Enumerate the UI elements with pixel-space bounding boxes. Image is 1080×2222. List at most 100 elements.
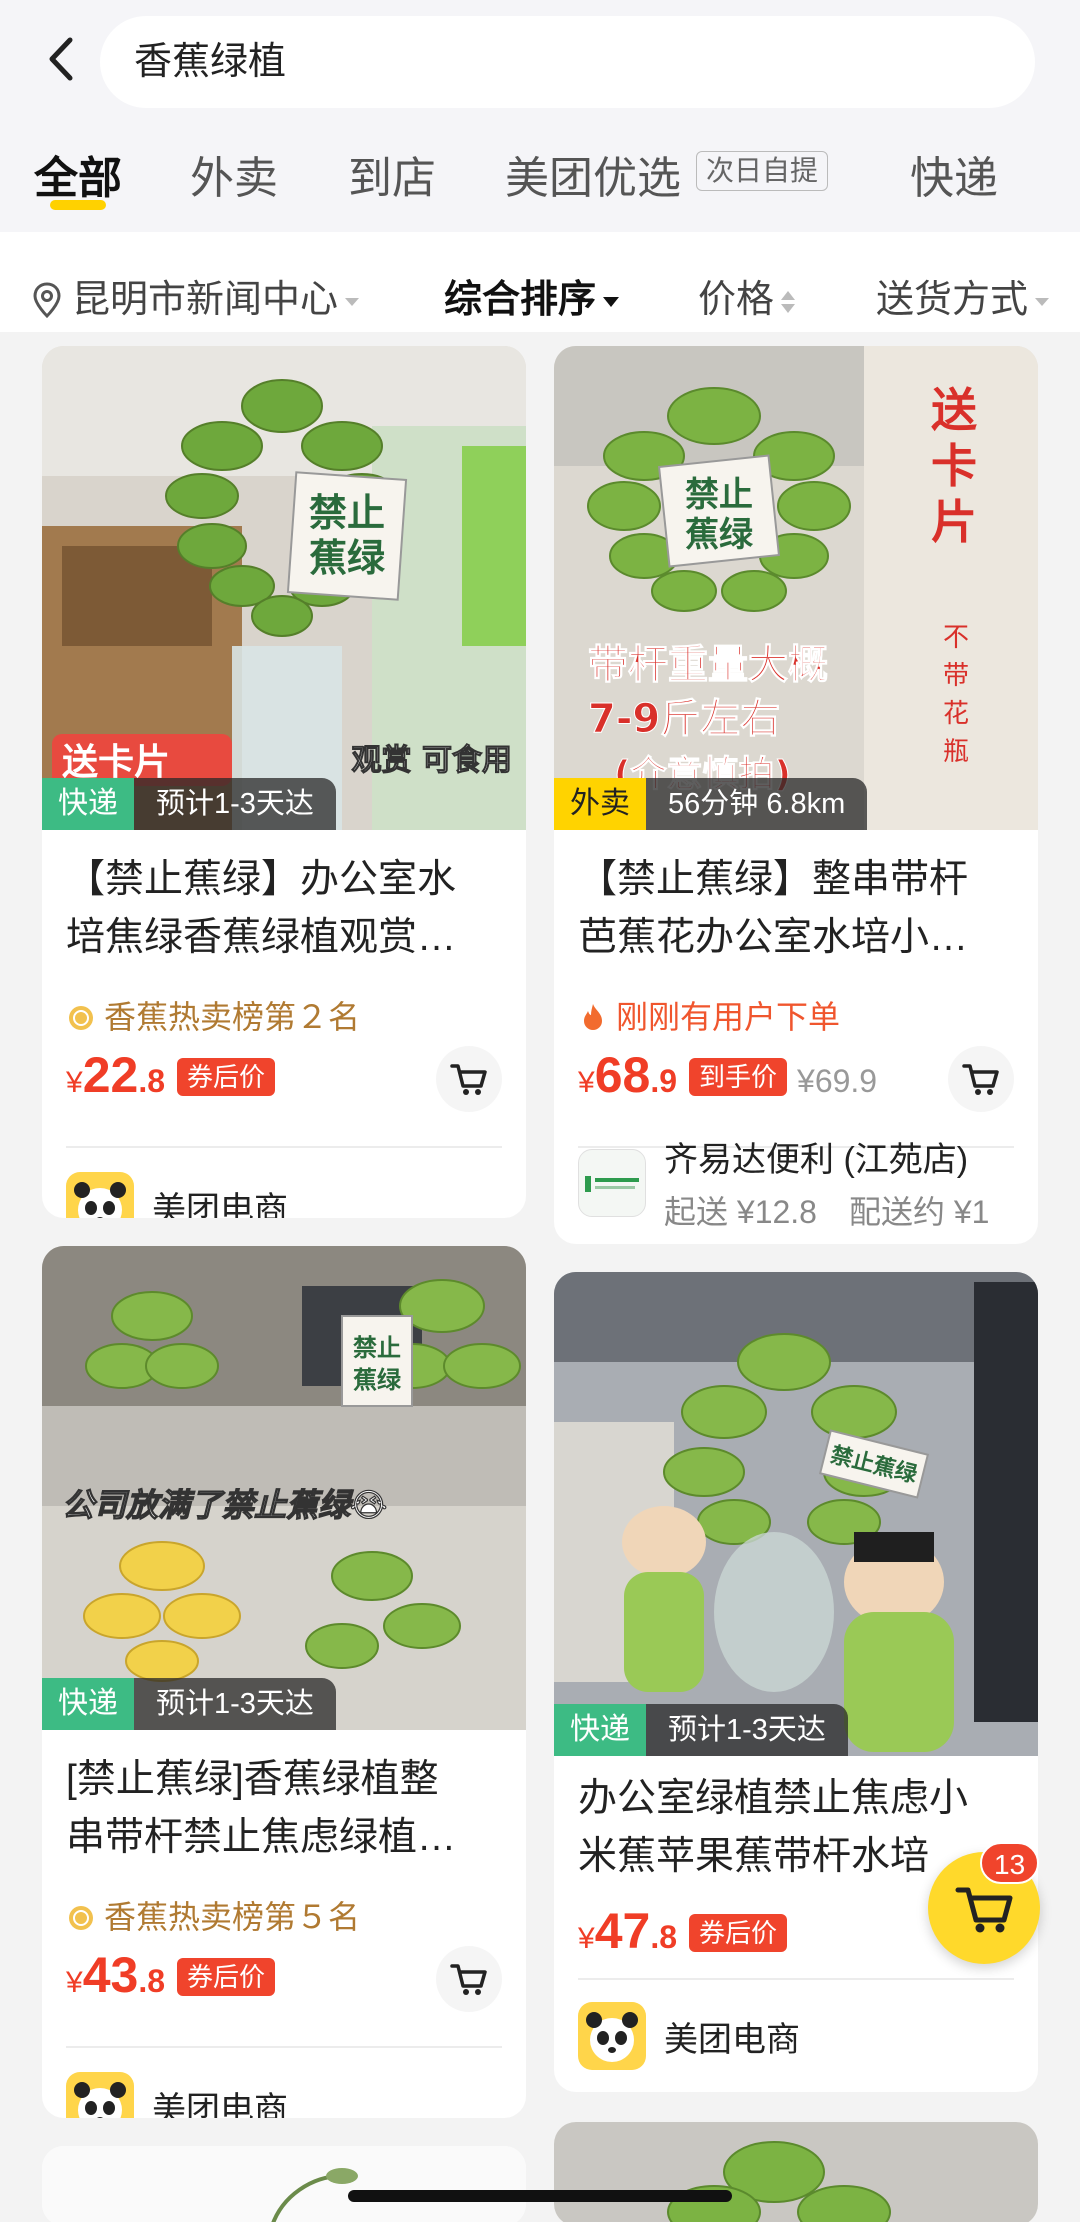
caret-down-icon (603, 296, 620, 307)
store-logo-icon (585, 1175, 639, 1192)
photo-side-text: 卡 (931, 439, 977, 493)
location-filter[interactable]: 昆明市新闻中心 (30, 268, 360, 323)
shop-name: 美团电商 (152, 1190, 288, 1219)
price-tag: 到手价 (689, 1058, 788, 1096)
sort-filter[interactable]: 综合排序 (444, 268, 620, 323)
price-decimal: .9 (650, 1063, 677, 1099)
product-photo[interactable]: 禁止蕉绿 快递 预计1-3天达 (554, 1272, 1038, 1756)
product-title-line: [禁止蕉绿]香蕉绿植整 (66, 1758, 439, 1801)
banana-plant-photo: 禁止 蕉绿 送卡片 观赏 可食用 (42, 346, 526, 830)
plant-photo-partial (42, 2146, 526, 2222)
price-tag: 券后价 (177, 1958, 276, 1996)
price-currency: ¥ (578, 1922, 595, 1955)
photo-caption: 公司放满了禁止蕉绿😭 (62, 1486, 387, 1524)
active-tab-indicator (50, 200, 106, 210)
add-to-cart-button[interactable] (948, 1046, 1014, 1112)
photo-side-text: 送 (931, 383, 977, 437)
product-photo[interactable]: 禁止 蕉绿 送卡片 观赏 可食用 快递 预计1-3天达 (42, 346, 526, 830)
price-currency: ¥ (66, 1966, 83, 1999)
shop-info[interactable]: 美团电商 (66, 2072, 288, 2118)
price-decimal: .8 (138, 1063, 165, 1099)
add-to-cart-button[interactable] (436, 1946, 502, 2012)
next-day-pickup-tag: 次日自提 (696, 151, 829, 191)
tab-in-store[interactable]: 到店 (348, 142, 436, 206)
photo-text-card: 送卡片 (62, 742, 170, 783)
product-card[interactable]: 禁止蕉绿 快递 预计1-3天达 办公室绿植禁止焦虑小 米蕉苹果蕉带杆水培 ¥ 4… (554, 1272, 1038, 2092)
delivery-info: 外卖 56分钟 6.8km (554, 778, 868, 830)
divider (66, 2046, 502, 2048)
search-input[interactable]: 香蕉绿植 (100, 16, 1035, 108)
home-indicator[interactable] (348, 2190, 732, 2202)
caret-down-icon (1035, 297, 1050, 306)
panda-logo-icon (74, 2082, 126, 2118)
delivery-info: 快递 预计1-3天达 (42, 778, 336, 830)
product-title[interactable]: 【禁止蕉绿】整串带杆 芭蕉花办公室水培小… (578, 851, 1018, 967)
price-filter[interactable]: 价格 (698, 268, 796, 323)
price-currency: ¥ (578, 1066, 595, 1099)
banana-photo-partial (554, 2122, 1038, 2222)
tab-youxuan[interactable]: 美团优选 (505, 142, 681, 206)
product-card[interactable]: 禁止 蕉绿 送 卡 片 不 带 花 瓶 带杆重量大概 7-9斤左右 (介意慎拍)… (554, 346, 1038, 1244)
flame-icon (584, 1004, 602, 1030)
product-title-line: 芭蕉花办公室水培小… (578, 916, 969, 959)
cart-count-badge: 13 (980, 1842, 1040, 1884)
product-card[interactable]: 禁止 蕉绿 公司放满了禁止蕉绿😭 快递 预计1-3天达 [禁止蕉绿]香蕉绿植整 … (42, 1246, 526, 2118)
price: ¥ 43 .8 券后价 (66, 1946, 276, 2004)
banana-plant-photo: 禁止蕉绿 (554, 1272, 1038, 1756)
shop-info[interactable]: 齐易达便利 (江苑店) 起送 ¥12.8 配送约 ¥1 (578, 1132, 989, 1233)
sign-text: 蕉绿 (309, 536, 386, 580)
sign-text: 禁止 (353, 1334, 401, 1362)
shop-name: 齐易达便利 (江苑店) (664, 1141, 969, 1179)
shop-info[interactable]: 美团电商 (66, 1172, 288, 1218)
photo-side-text: 瓶 (943, 737, 969, 767)
delivery-eta: 预计1-3天达 (646, 1704, 848, 1756)
price-integer: 43 (82, 1947, 139, 2003)
shop-info[interactable]: 美团电商 (578, 2002, 800, 2070)
price-currency: ¥ (66, 1066, 83, 1099)
product-title-line: 串带杆禁止焦虑绿植… (66, 1816, 457, 1859)
medal-icon (69, 1006, 93, 1030)
tab-all[interactable]: 全部 (34, 142, 122, 206)
product-title-line: 【禁止蕉绿】整串带杆 (578, 858, 969, 901)
sort-updown-icon (781, 290, 796, 313)
shop-name: 美团电商 (664, 2020, 800, 2059)
product-title-line: 培焦绿香蕉绿植观赏… (66, 916, 457, 959)
sign-text: 禁止 (685, 475, 753, 515)
rank-badge: 香蕉热卖榜第５名 (66, 1892, 360, 1938)
photo-side-text: 花 (943, 699, 969, 729)
photo-side-text: 带 (943, 661, 969, 691)
delivery-filter[interactable]: 送货方式 (876, 268, 1050, 323)
product-card-partial[interactable] (554, 2122, 1038, 2222)
product-photo[interactable]: 禁止 蕉绿 送 卡 片 不 带 花 瓶 带杆重量大概 7-9斤左右 (介意慎拍)… (554, 346, 1038, 830)
banana-plant-photo: 禁止 蕉绿 送 卡 片 不 带 花 瓶 带杆重量大概 7-9斤左右 (介意慎拍) (554, 346, 1038, 830)
price-tag: 券后价 (689, 1914, 788, 1952)
add-to-cart-button[interactable] (436, 1046, 502, 1112)
sign-text: 蕉绿 (685, 515, 754, 555)
price: ¥ 68 .9 到手价 ¥69.9 (578, 1046, 877, 1104)
top-header: 香蕉绿植 全部 外卖 到店 美团优选 快递 次日自提 (0, 0, 1080, 232)
price-filter-label: 价格 (698, 279, 775, 321)
delivery-eta: 56分钟 6.8km (646, 778, 868, 830)
tab-express[interactable]: 快递 (910, 142, 998, 206)
caret-down-icon (345, 297, 360, 306)
back-arrow-icon[interactable] (38, 34, 88, 84)
product-card[interactable]: 禁止 蕉绿 送卡片 观赏 可食用 快递 预计1-3天达 【禁止蕉绿】办公室水 培… (42, 346, 526, 1218)
category-tabs: 全部 外卖 到店 美团优选 快递 (0, 132, 1080, 212)
product-title-line: 【禁止蕉绿】办公室水 (66, 858, 457, 901)
product-title[interactable]: [禁止蕉绿]香蕉绿植整 串带杆禁止焦虑绿植… (66, 1751, 506, 1867)
photo-side-text: 片 (931, 495, 977, 549)
cart-icon (450, 1964, 487, 1995)
hot-text: 刚刚有用户下单 (616, 999, 841, 1035)
product-photo[interactable]: 禁止 蕉绿 公司放满了禁止蕉绿😭 快递 预计1-3天达 (42, 1246, 526, 1730)
cart-icon (450, 1064, 487, 1095)
price-integer: 68 (594, 1047, 651, 1103)
sort-label: 综合排序 (444, 279, 597, 321)
price-integer: 22 (82, 1047, 139, 1103)
location-label: 昆明市新闻中心 (72, 279, 339, 321)
hot-badge: 刚刚有用户下单 (578, 992, 840, 1038)
shop-logo (578, 1148, 646, 1217)
tab-takeout[interactable]: 外卖 (190, 142, 278, 206)
product-card-partial[interactable] (42, 2146, 526, 2222)
price-tag: 券后价 (177, 1058, 276, 1096)
product-title[interactable]: 【禁止蕉绿】办公室水 培焦绿香蕉绿植观赏… (66, 851, 506, 967)
